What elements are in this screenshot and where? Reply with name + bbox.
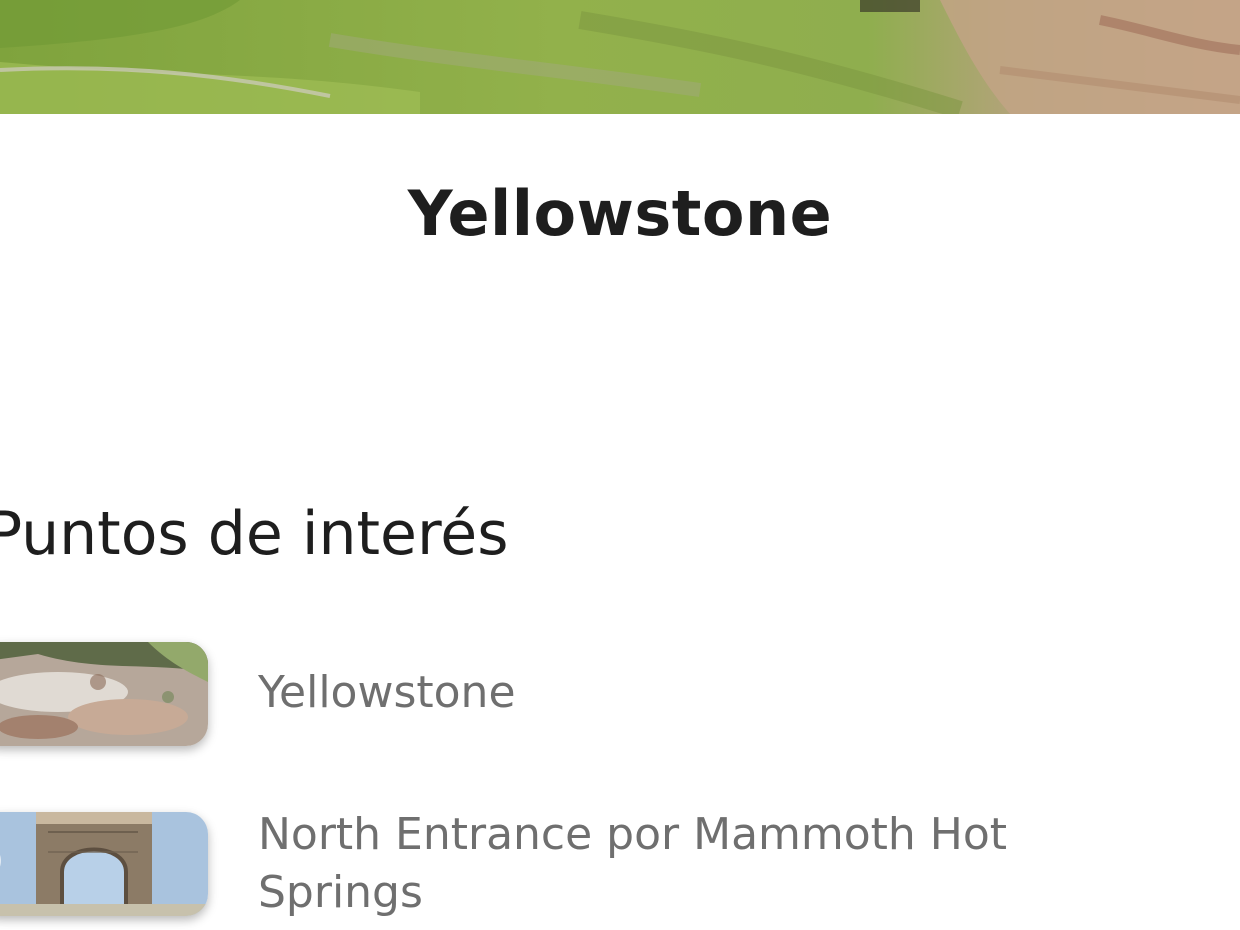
park-title: Yellowstone — [407, 177, 833, 250]
arch-thumbnail — [0, 812, 208, 916]
poi-label: North Entrance por Mammoth Hot Springs — [258, 809, 1008, 918]
poi-label: Yellowstone — [258, 667, 516, 718]
hot-springs-thumbnail — [0, 642, 208, 746]
points-of-interest-heading: Puntos de interés — [0, 499, 509, 569]
park-detail-screen: Yellowstone Puntos de interés Yellowston… — [0, 0, 1240, 930]
hero-image — [0, 0, 1240, 114]
